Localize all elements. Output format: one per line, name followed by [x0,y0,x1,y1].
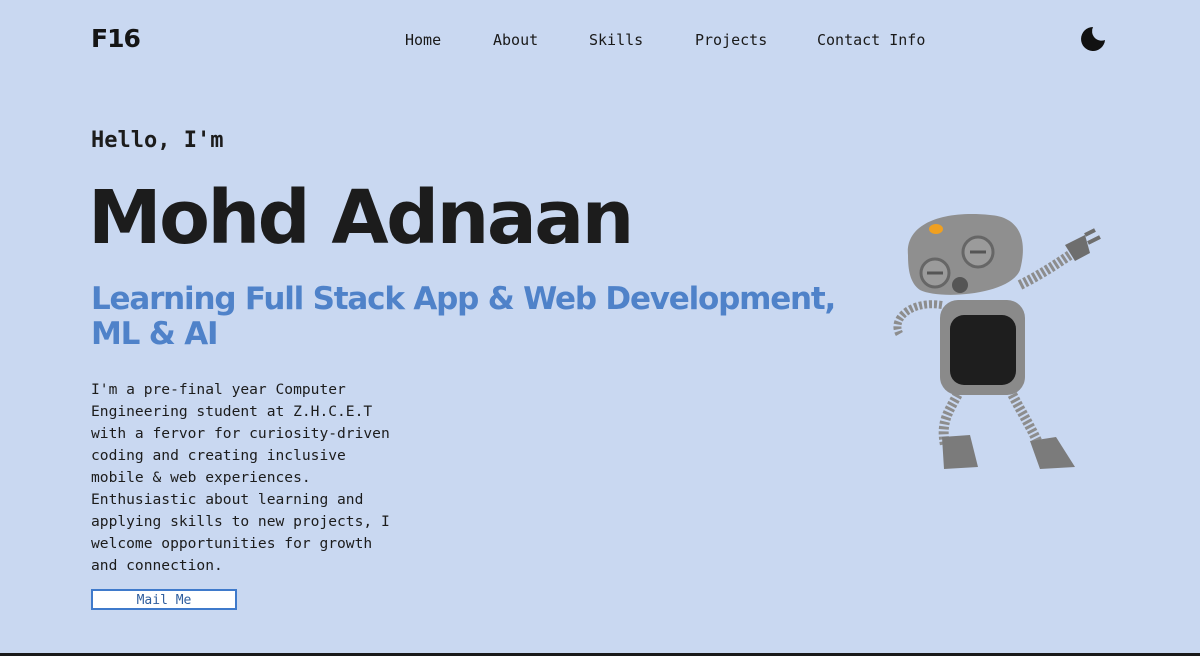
nav-about-link[interactable]: About [493,28,538,52]
nav-contact-info-link[interactable]: Contact Info [817,28,925,52]
hero-greeting: Hello, I'm [91,128,224,153]
bio-line: mobile & web experiences. [91,469,311,486]
hero-bio: I'm a pre-final year Computer Engineerin… [91,379,401,577]
theme-toggle-button[interactable] [1078,24,1108,54]
hero-tagline: Learning Full Stack App & Web Developmen… [91,281,836,352]
moon-icon [1081,27,1105,51]
bio-line: coding and creating inclusive [91,447,346,464]
nav-home-link[interactable]: Home [405,28,441,52]
nav-skills-link[interactable]: Skills [589,28,643,52]
mail-me-button[interactable]: Mail Me [91,589,237,610]
bio-line: Enthusiastic about learning and [91,491,364,508]
main-nav: Home About Skills Projects Contact Info [0,28,1200,52]
bio-line: welcome opportunities for growth [91,535,373,552]
nav-projects-link[interactable]: Projects [695,28,767,52]
robot-icon [893,214,1101,469]
robot-illustration [880,205,1110,475]
bio-line: I'm a pre-final year Computer [91,381,346,398]
bio-line: with a fervor for curiosity-driven [91,425,390,442]
hero-name: Mohd Adnaan [88,175,634,261]
bio-line: applying skills to new projects, I [91,513,390,530]
bio-line: and connection. [91,557,223,574]
bio-line: Engineering student at Z.H.C.E.T [91,403,373,420]
